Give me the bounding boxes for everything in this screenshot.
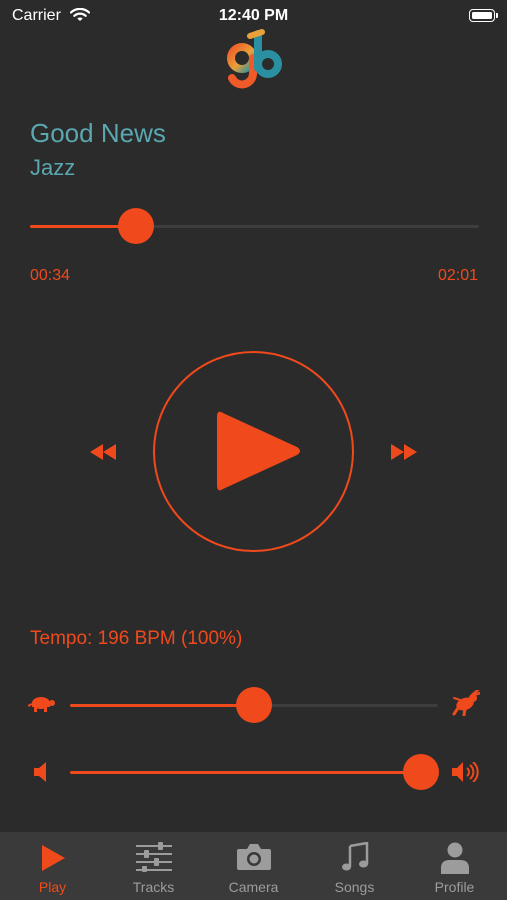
- elapsed-time: 00:34: [30, 267, 71, 284]
- volume-slider[interactable]: [70, 754, 440, 790]
- volume-thumb[interactable]: [403, 754, 440, 790]
- tab-play[interactable]: Play: [2, 832, 103, 900]
- turtle-icon[interactable]: [28, 694, 56, 714]
- tab-bar: Play Tracks Camera Songs Profile: [0, 832, 507, 900]
- fast-forward-icon[interactable]: [391, 444, 417, 460]
- song-title: Good News: [30, 118, 166, 148]
- volume-fill: [70, 771, 422, 774]
- tab-profile[interactable]: Profile: [404, 832, 505, 900]
- playback-progress-slider[interactable]: [30, 208, 479, 244]
- app-logo: [227, 29, 282, 89]
- play-button[interactable]: [153, 351, 354, 552]
- song-genre: Jazz: [30, 155, 76, 180]
- rewind-icon[interactable]: [90, 444, 116, 460]
- tab-camera[interactable]: Camera: [203, 832, 304, 900]
- tab-songs[interactable]: Songs: [304, 832, 405, 900]
- music-note-icon: [341, 842, 368, 871]
- tempo-thumb[interactable]: [236, 687, 272, 723]
- volume-low-icon[interactable]: [34, 762, 50, 782]
- rabbit-icon[interactable]: [452, 690, 480, 716]
- tab-label: Camera: [228, 879, 279, 895]
- tempo-fill: [70, 704, 254, 707]
- camera-icon: [236, 844, 271, 870]
- tab-label: Profile: [434, 879, 475, 895]
- progress-thumb[interactable]: [117, 208, 154, 244]
- tab-label: Tracks: [132, 879, 175, 895]
- play-icon: [41, 845, 65, 871]
- sliders-icon: [135, 842, 172, 872]
- tempo-slider[interactable]: [70, 687, 438, 723]
- tab-label: Songs: [334, 879, 375, 895]
- clock: 12:40 PM: [218, 7, 289, 24]
- play-icon: [217, 411, 300, 491]
- total-duration: 02:01: [437, 267, 478, 284]
- battery-icon: [469, 9, 498, 22]
- tab-label: Play: [38, 879, 67, 895]
- tempo-label: Tempo: 196 BPM (100%): [30, 628, 243, 649]
- tab-tracks[interactable]: Tracks: [103, 832, 204, 900]
- volume-high-icon[interactable]: [452, 762, 480, 782]
- person-icon: [440, 842, 469, 874]
